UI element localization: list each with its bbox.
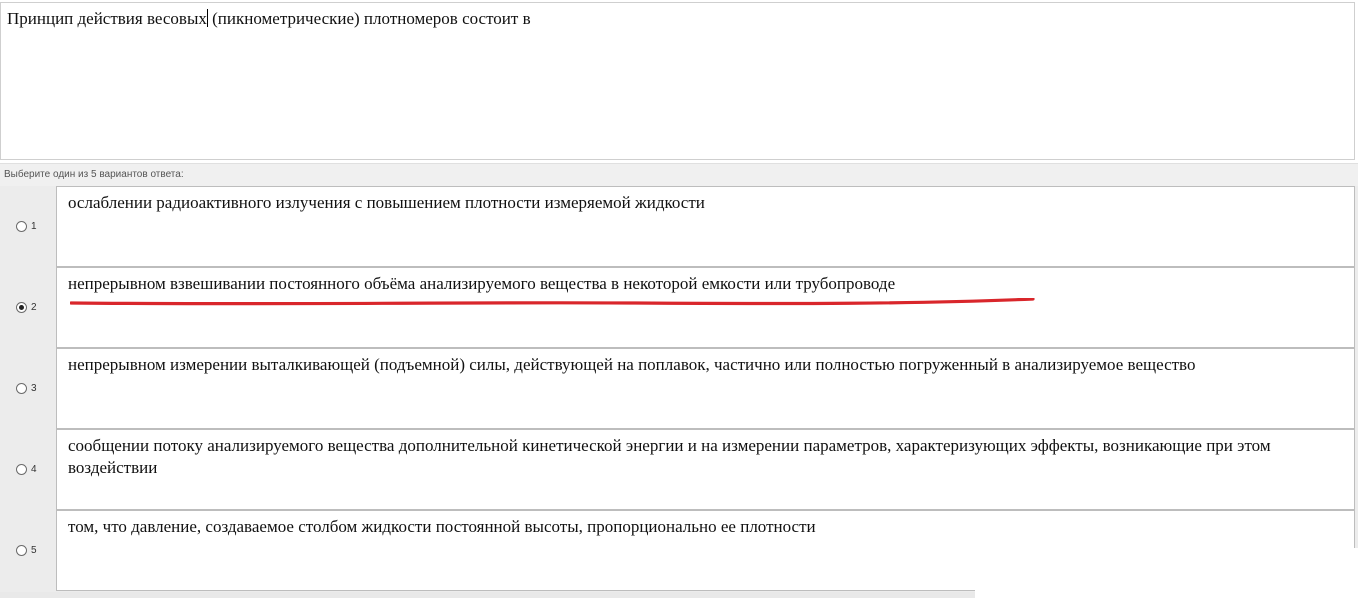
answer-box[interactable]: ослаблении радиоактивного излучения с по… (56, 186, 1355, 267)
answer-number: 5 (31, 545, 37, 556)
answer-option-1[interactable]: 1 ослаблении радиоактивного излучения с … (0, 186, 1358, 267)
question-text-end: (пикнометрические) плотномеров состоит в (207, 9, 531, 28)
radio-cell[interactable]: 1 (0, 186, 56, 267)
radio-button-1[interactable] (16, 221, 27, 232)
answer-text: том, что давление, создаваемое столбом ж… (68, 517, 816, 536)
radio-cell[interactable]: 5 (0, 510, 56, 591)
radio-button-3[interactable] (16, 383, 27, 394)
radio-cell[interactable]: 2 (0, 267, 56, 348)
answer-number: 1 (31, 221, 37, 232)
blank-area (975, 548, 1358, 602)
answer-box[interactable]: сообщении потоку анализируемого вещества… (56, 429, 1355, 510)
answer-list: 1 ослаблении радиоактивного излучения с … (0, 186, 1358, 592)
radio-button-2[interactable] (16, 302, 27, 313)
bottom-scroll-strip (0, 592, 975, 598)
answer-number: 3 (31, 383, 37, 394)
answer-text: ослаблении радиоактивного излучения с по… (68, 193, 705, 212)
radio-cell[interactable]: 3 (0, 348, 56, 429)
answer-option-3[interactable]: 3 непрерывном измерении выталкивающей (п… (0, 348, 1358, 429)
answer-text: непрерывном измерении выталкивающей (под… (68, 355, 1196, 374)
answer-text: сообщении потоку анализируемого вещества… (68, 436, 1271, 477)
answer-text: непрерывном взвешивании постоянного объё… (68, 274, 896, 293)
answer-option-4[interactable]: 4 сообщении потоку анализируемого вещест… (0, 429, 1358, 510)
radio-button-4[interactable] (16, 464, 27, 475)
question-text-start: Принцип действия весовых (7, 9, 207, 28)
answer-number: 2 (31, 302, 37, 313)
answer-box[interactable]: непрерывном измерении выталкивающей (под… (56, 348, 1355, 429)
radio-cell[interactable]: 4 (0, 429, 56, 510)
question-field[interactable]: Принцип действия весовых (пикнометрическ… (0, 2, 1355, 160)
answer-hint-bar: Выберите один из 5 вариантов ответа: (0, 163, 1358, 186)
red-underline-annotation (70, 298, 1035, 306)
question-text: Принцип действия весовых (пикнометрическ… (7, 9, 531, 29)
radio-button-5[interactable] (16, 545, 27, 556)
answer-number: 4 (31, 464, 37, 475)
answer-hint: Выберите один из 5 вариантов ответа: (4, 169, 184, 180)
test-page: Принцип действия весовых (пикнометрическ… (0, 0, 1358, 602)
